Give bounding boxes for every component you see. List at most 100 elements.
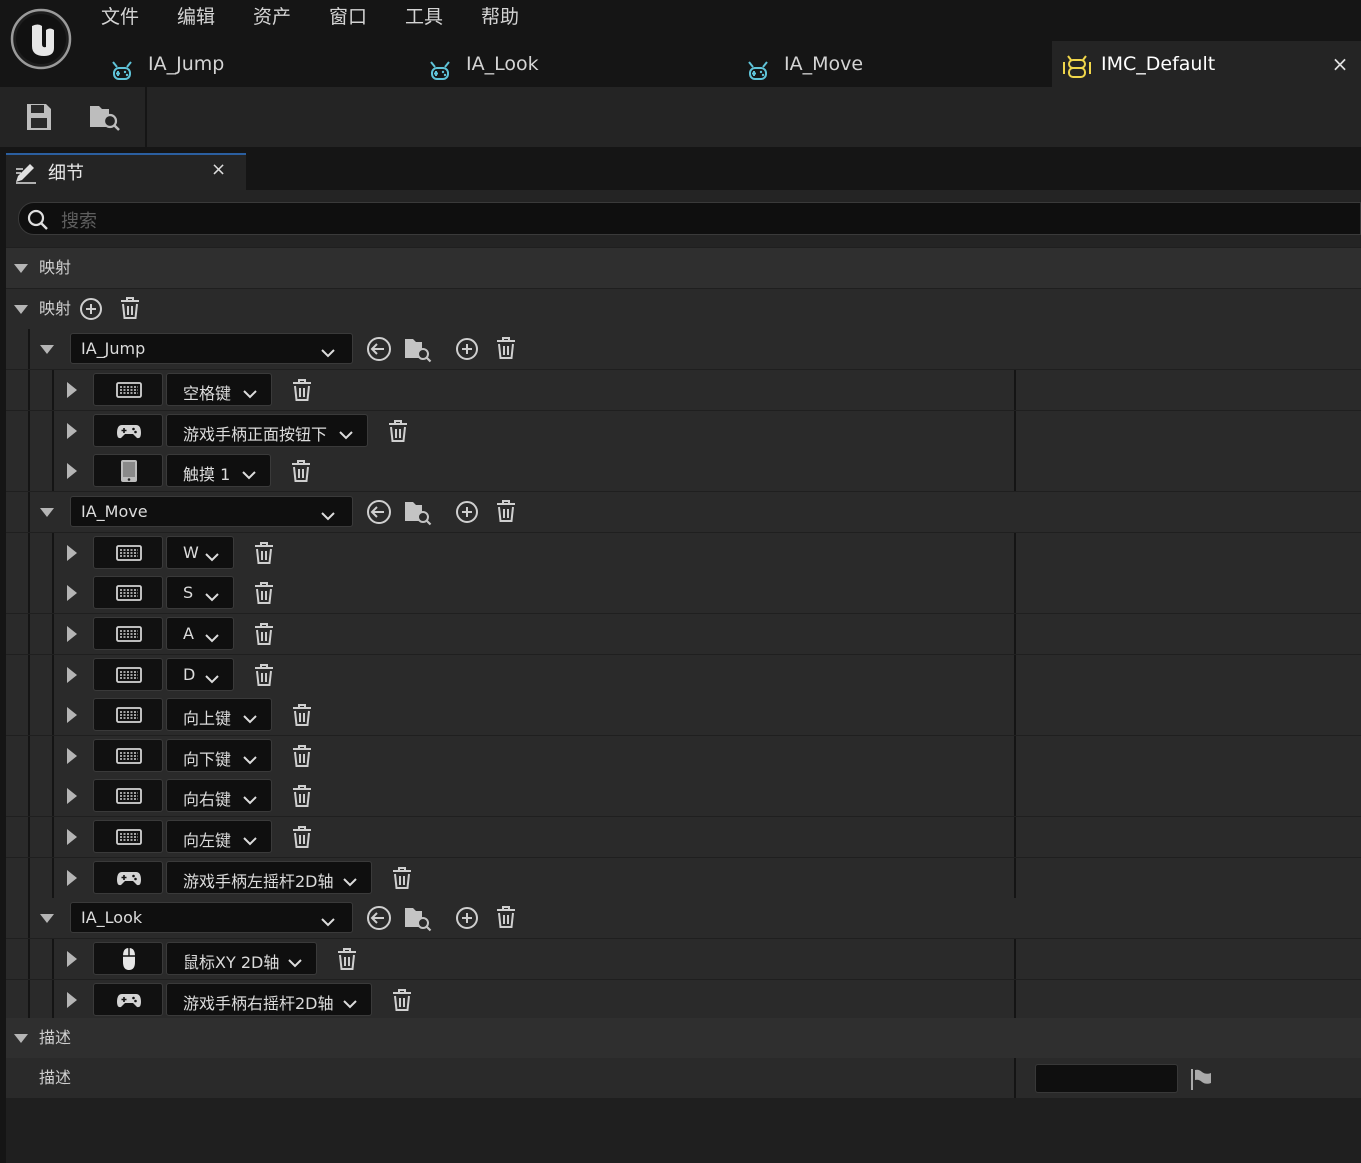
delete-key-icon[interactable]: [291, 744, 313, 768]
key-select[interactable]: 游戏手柄正面按钮下: [166, 413, 368, 447]
expand-arrow-icon[interactable]: [67, 463, 77, 480]
browse-asset-icon[interactable]: [89, 100, 121, 132]
collapse-arrow-icon[interactable]: [40, 507, 54, 517]
key-select[interactable]: 触摸 1: [166, 454, 271, 488]
expand-arrow-icon[interactable]: [67, 666, 77, 683]
use-selected-back-icon[interactable]: [366, 499, 392, 525]
delete-key-icon[interactable]: [253, 622, 275, 646]
add-key-mapping-icon[interactable]: [455, 337, 479, 361]
key-select[interactable]: S: [166, 576, 234, 610]
expand-arrow-icon[interactable]: [67, 626, 77, 642]
delete-key-icon[interactable]: [291, 378, 313, 402]
delete-key-icon[interactable]: [253, 541, 275, 565]
expand-arrow-icon[interactable]: [67, 991, 77, 1008]
expand-arrow-icon[interactable]: [67, 788, 77, 805]
key-device-selector[interactable]: [93, 738, 163, 772]
delete-action-icon[interactable]: [495, 336, 517, 360]
browse-to-asset-icon[interactable]: [404, 498, 432, 526]
search-input[interactable]: 搜索: [18, 202, 1361, 235]
expand-arrow-icon[interactable]: [67, 829, 77, 845]
expand-arrow-icon[interactable]: [67, 382, 77, 398]
delete-all-icon[interactable]: [119, 296, 141, 320]
delete-key-icon[interactable]: [336, 947, 358, 971]
key-device-selector[interactable]: [93, 698, 163, 732]
collapse-arrow-icon[interactable]: [14, 1034, 28, 1043]
delete-key-icon[interactable]: [253, 581, 275, 605]
browse-to-asset-icon[interactable]: [404, 904, 432, 932]
delete-action-icon[interactable]: [495, 905, 517, 929]
collapse-arrow-icon[interactable]: [40, 914, 54, 924]
key-select[interactable]: 鼠标XY 2D轴: [166, 942, 317, 976]
key-select[interactable]: 向右键: [166, 779, 272, 813]
tab-ia-jump[interactable]: IA_Jump: [110, 41, 410, 87]
delete-key-icon[interactable]: [290, 459, 312, 483]
key-device-selector[interactable]: [93, 617, 163, 650]
key-select[interactable]: D: [166, 657, 234, 691]
key-device-selector[interactable]: [93, 576, 163, 610]
key-select[interactable]: 游戏手柄左摇杆2D轴: [166, 860, 372, 894]
use-selected-back-icon[interactable]: [366, 905, 392, 931]
tab-ia-move[interactable]: IA_Move: [746, 41, 1046, 87]
key-select[interactable]: 游戏手柄右摇杆2D轴: [166, 982, 372, 1016]
action-select[interactable]: IA_Move: [70, 495, 353, 527]
key-device-selector[interactable]: [93, 454, 163, 488]
section-header-mappings[interactable]: 映射: [6, 248, 1361, 288]
menu-window[interactable]: 窗口: [329, 4, 367, 30]
delete-key-icon[interactable]: [291, 703, 313, 727]
key-select[interactable]: A: [166, 617, 234, 650]
delete-key-icon[interactable]: [253, 663, 275, 687]
key-device-selector[interactable]: [93, 820, 163, 853]
key-select[interactable]: 向左键: [166, 820, 272, 853]
close-details-button[interactable]: ×: [211, 159, 226, 180]
key-device-selector[interactable]: [93, 860, 163, 894]
expand-arrow-icon[interactable]: [67, 422, 77, 439]
expand-arrow-icon[interactable]: [67, 747, 77, 764]
section-header-description[interactable]: 描述: [6, 1018, 1361, 1058]
details-tab[interactable]: 细节 ×: [6, 153, 246, 190]
indent-line: [28, 898, 30, 939]
expand-arrow-icon[interactable]: [67, 544, 77, 561]
close-tab-button[interactable]: ×: [1330, 41, 1350, 87]
key-device-selector[interactable]: [93, 942, 163, 976]
use-selected-back-icon[interactable]: [366, 336, 392, 362]
expand-arrow-icon[interactable]: [67, 585, 77, 602]
key-device-selector[interactable]: [93, 535, 163, 569]
expand-arrow-icon[interactable]: [67, 869, 77, 886]
action-select[interactable]: IA_Jump: [70, 333, 353, 364]
tab-imc-default[interactable]: IMC_Default ×: [1052, 41, 1361, 87]
description-input[interactable]: [1035, 1064, 1178, 1093]
menu-tools[interactable]: 工具: [405, 4, 443, 30]
menu-file[interactable]: 文件: [101, 4, 139, 30]
delete-key-icon[interactable]: [291, 825, 313, 849]
collapse-arrow-icon[interactable]: [14, 264, 28, 273]
menu-help[interactable]: 帮助: [481, 4, 519, 30]
delete-key-icon[interactable]: [291, 784, 313, 808]
add-key-mapping-icon[interactable]: [455, 906, 479, 930]
add-key-mapping-icon[interactable]: [455, 500, 479, 524]
key-select[interactable]: 向上键: [166, 698, 272, 732]
key-device-selector[interactable]: [93, 779, 163, 813]
key-select[interactable]: 向下键: [166, 738, 272, 772]
add-mapping-icon[interactable]: [79, 297, 103, 321]
menu-edit[interactable]: 编辑: [177, 4, 215, 30]
collapse-arrow-icon[interactable]: [40, 345, 54, 354]
flag-icon[interactable]: [1190, 1067, 1214, 1091]
key-device-selector[interactable]: [93, 373, 163, 406]
browse-to-asset-icon[interactable]: [404, 335, 432, 363]
delete-key-icon[interactable]: [387, 419, 409, 443]
key-device-selector[interactable]: [93, 657, 163, 691]
expand-arrow-icon[interactable]: [67, 951, 77, 968]
menu-asset[interactable]: 资产: [253, 4, 291, 30]
save-icon[interactable]: [26, 103, 52, 131]
key-device-selector[interactable]: [93, 982, 163, 1016]
key-select[interactable]: 空格键: [166, 373, 272, 406]
delete-action-icon[interactable]: [495, 499, 517, 523]
delete-key-icon[interactable]: [391, 866, 413, 890]
delete-key-icon[interactable]: [391, 988, 413, 1012]
tab-ia-look[interactable]: IA_Look: [428, 41, 728, 87]
key-device-selector[interactable]: [93, 413, 163, 447]
expand-arrow-icon[interactable]: [67, 707, 77, 724]
key-select[interactable]: W: [166, 535, 234, 569]
collapse-arrow-icon[interactable]: [14, 305, 28, 314]
action-select[interactable]: IA_Look: [70, 902, 353, 934]
